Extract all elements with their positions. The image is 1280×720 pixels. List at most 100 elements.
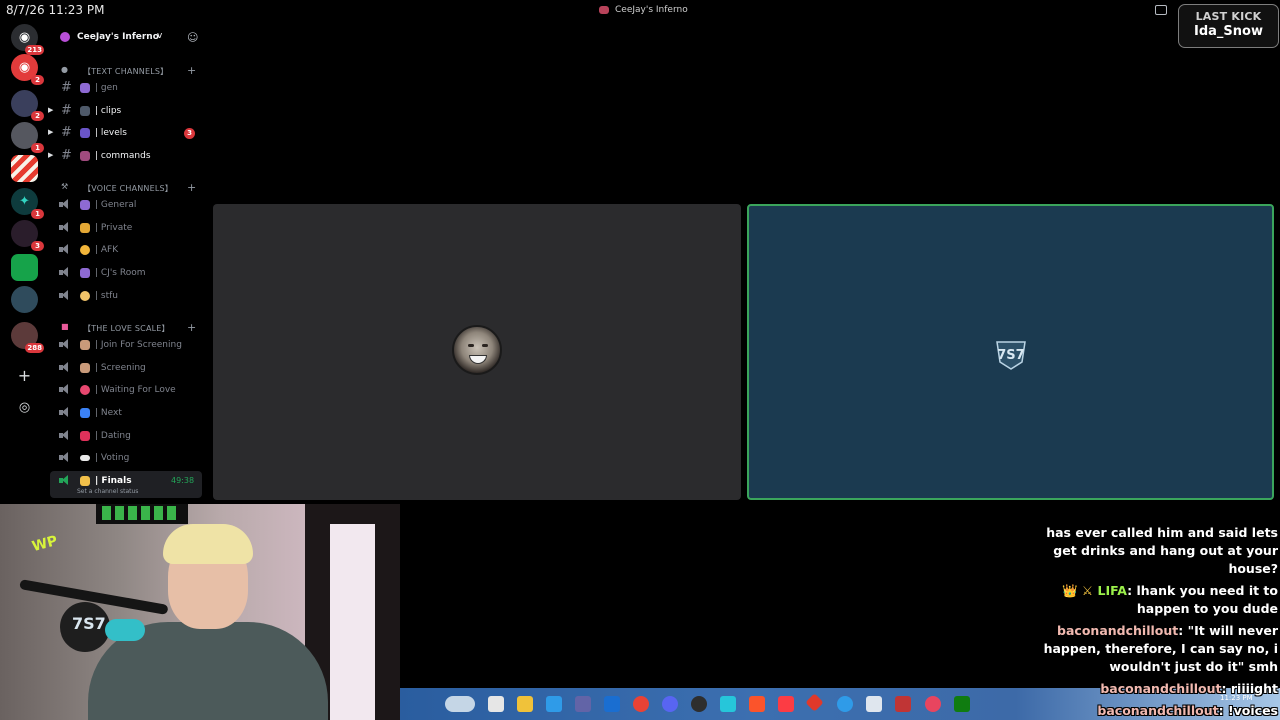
participant-tile[interactable]: [213, 204, 741, 500]
channel-label: | gen: [95, 83, 118, 93]
voice-channel-finals[interactable]: | Finals 49:38 Set a channel status: [50, 471, 202, 498]
hammer-icon: ⚒: [61, 182, 69, 191]
create-channel-icon[interactable]: +: [187, 64, 196, 77]
app-icon[interactable]: [895, 696, 911, 712]
voice-channel-cjs-room[interactable]: | CJ's Room: [50, 263, 202, 283]
xbox-icon[interactable]: [954, 696, 970, 712]
channel-status-prompt[interactable]: Set a channel status: [77, 488, 138, 495]
hash-icon: #: [61, 125, 72, 140]
voice-channel-screening[interactable]: | Screening: [50, 358, 202, 378]
7s7-logo-text: 7S7: [997, 348, 1024, 363]
obs-icon[interactable]: [691, 696, 707, 712]
heart-icon: [80, 385, 90, 395]
hash-icon: #: [61, 148, 72, 163]
voice-channel-stfu[interactable]: | stfu: [50, 286, 202, 306]
server-rail: ◉ 213 ◉ 2 2 1 ✦ 1 3 288 + ◎: [0, 22, 50, 502]
app-icon[interactable]: [720, 696, 736, 712]
voice-channel-next[interactable]: | Next: [50, 403, 202, 423]
voice-channel-voting[interactable]: | Voting: [50, 448, 202, 468]
avatar: [452, 325, 502, 375]
server-icon[interactable]: ✦ 1: [11, 188, 44, 219]
chat-message: has ever called him and said lets get dr…: [1028, 524, 1278, 578]
emoji-icon: [80, 291, 90, 301]
plus-icon: +: [17, 366, 32, 385]
channel-levels[interactable]: ▶ # | levels 3: [48, 123, 202, 143]
channel-gen[interactable]: # | gen: [50, 78, 202, 98]
inbox-icon[interactable]: [1155, 5, 1167, 15]
emoji-icon: [80, 106, 90, 116]
voice-channel-afk[interactable]: | AFK: [50, 240, 202, 260]
chrome-icon[interactable]: [633, 696, 649, 712]
server-icon[interactable]: 2: [11, 90, 44, 121]
speaker-icon: [59, 244, 71, 255]
server-icon[interactable]: [11, 254, 38, 281]
music-icon[interactable]: [778, 696, 794, 712]
app-icon[interactable]: [866, 696, 882, 712]
add-member-icon[interactable]: ☺: [187, 31, 198, 44]
channel-label: | CJ's Room: [95, 268, 146, 278]
server-icon[interactable]: 3: [11, 220, 44, 251]
app-icon[interactable]: [546, 696, 562, 712]
emoji-icon: [80, 245, 90, 255]
compass-icon: ◎: [18, 400, 31, 415]
category-label: 【THE LOVE SCALE】: [83, 324, 170, 333]
channel-commands[interactable]: ▶ # | commands: [48, 146, 202, 166]
guild-name: CeeJay's Inferno: [77, 32, 159, 42]
app-icon[interactable]: [805, 693, 824, 712]
help-icon[interactable]: [837, 696, 853, 712]
widgets-icon[interactable]: [445, 696, 475, 712]
voice-channel-join-for-screening[interactable]: | Join For Screening: [50, 335, 202, 355]
channel-label: | Waiting For Love: [95, 385, 176, 395]
unread-indicator-icon: ▶: [48, 151, 54, 159]
server-folder-icon[interactable]: 288: [11, 322, 44, 353]
chat-badges: 👑 ⚔: [1062, 583, 1094, 598]
discord-icon[interactable]: [662, 696, 678, 712]
chat-message: 👑 ⚔ LIFA: lhank you need it to happen to…: [1028, 582, 1278, 618]
create-channel-icon[interactable]: +: [187, 181, 196, 194]
chat-username: baconandchillout: [1057, 623, 1179, 638]
channel-label: | commands: [95, 151, 151, 161]
unread-indicator-icon: ▶: [48, 128, 54, 136]
voice-channel-dating[interactable]: | Dating: [50, 426, 202, 446]
last-kick-widget: LAST KICK Ida_Snow: [1178, 4, 1279, 48]
server-icon[interactable]: [11, 155, 38, 182]
server-icon[interactable]: ◉ 2: [11, 54, 44, 85]
brave-icon[interactable]: [749, 696, 765, 712]
voice-channel-general[interactable]: | General: [50, 195, 202, 215]
category-text-channels[interactable]: ● 【TEXT CHANNELS】 +: [50, 64, 207, 78]
chat-bubble-icon: ●: [61, 65, 68, 74]
channel-label: | Voting: [95, 453, 130, 463]
channel-label: | Finals: [95, 476, 132, 486]
store-icon[interactable]: [604, 696, 620, 712]
file-explorer-icon[interactable]: [517, 696, 533, 712]
channel-label: | Private: [95, 223, 133, 233]
unread-badge: 1: [31, 143, 44, 153]
unread-indicator-icon: ▶: [48, 106, 54, 114]
unread-badge: 1: [31, 209, 44, 219]
server-icon[interactable]: [11, 286, 38, 313]
speaker-icon: [59, 222, 71, 233]
discover-button[interactable]: ◎: [11, 394, 38, 421]
server-icon[interactable]: 1: [11, 122, 44, 153]
guild-header[interactable]: CeeJay's Inferno v ☺: [50, 22, 207, 52]
voice-channel-waiting-for-love[interactable]: | Waiting For Love: [50, 380, 202, 400]
channel-clips[interactable]: ▶ # | clips: [48, 101, 202, 121]
screen: 8/7/26 11:23 PM CeeJay's Inferno LAST KI…: [0, 0, 1280, 720]
emoji-icon: [80, 83, 90, 93]
category-voice-channels[interactable]: ⚒ 【VOICE CHANNELS】 +: [50, 181, 207, 195]
category-love-scale[interactable]: ■ 【THE LOVE SCALE】 +: [50, 321, 207, 335]
participant-tile-speaking[interactable]: 7S7: [747, 204, 1274, 500]
mention-badge: 3: [184, 128, 195, 139]
add-server-button[interactable]: +: [11, 362, 38, 389]
speaker-icon: [59, 430, 71, 441]
task-view-icon[interactable]: [488, 696, 504, 712]
crown-icon: [80, 476, 90, 486]
create-channel-icon[interactable]: +: [187, 321, 196, 334]
window-title-text: CeeJay's Inferno: [615, 5, 688, 15]
chat-message: baconandchillout: riiiight: [1028, 680, 1278, 698]
app-icon[interactable]: [925, 696, 941, 712]
voice-channel-private[interactable]: | Private: [50, 218, 202, 238]
hash-icon: #: [61, 103, 72, 118]
home-button[interactable]: ◉ 213: [11, 24, 44, 55]
teams-icon[interactable]: [575, 696, 591, 712]
